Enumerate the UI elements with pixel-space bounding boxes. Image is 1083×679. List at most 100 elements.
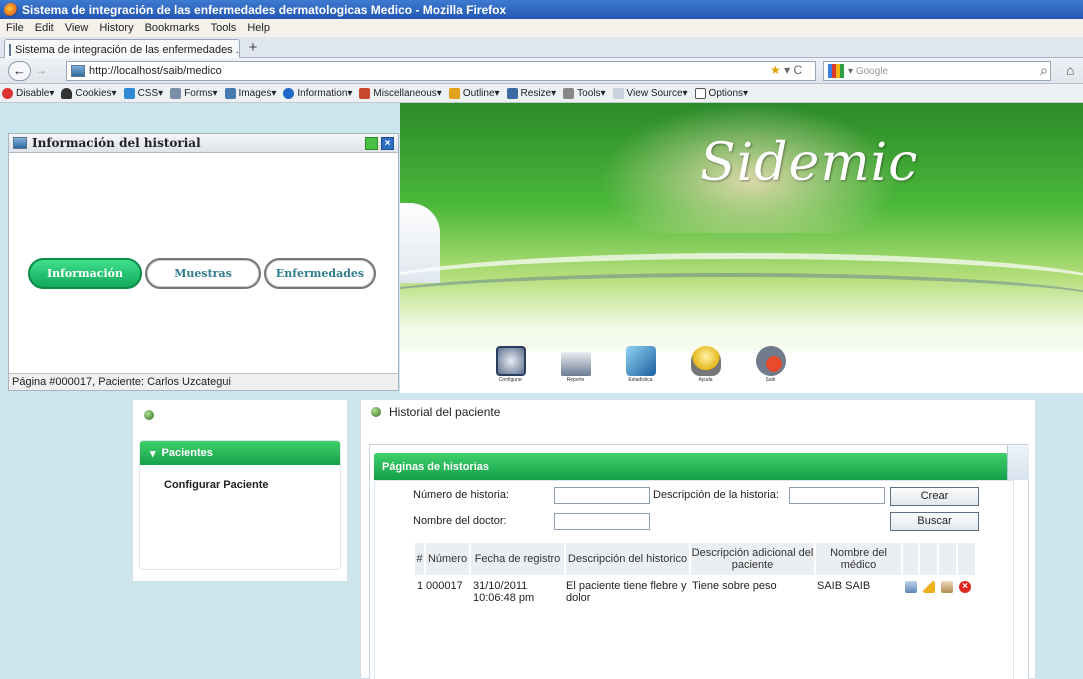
dev-css-menu[interactable]: CSS ▾ xyxy=(123,87,163,99)
table-header-medico: Nombre del médico xyxy=(816,543,902,575)
view-source-icon xyxy=(612,87,624,99)
url-bar-controls: ★ ▾ C xyxy=(770,63,803,77)
close-icon[interactable]: × xyxy=(381,137,394,150)
url-text: http://localhost/saib/medico xyxy=(89,65,222,77)
search-placeholder: Google xyxy=(855,65,889,77)
tab-enfermedades[interactable]: Enfermedades xyxy=(264,258,376,289)
main-panel-title: Historial del paciente xyxy=(389,405,501,419)
buscar-button[interactable]: Buscar xyxy=(890,512,979,531)
disable-icon xyxy=(2,87,13,99)
search-box[interactable]: ▾ Google xyxy=(823,61,1051,81)
main-panel: Historial del paciente Páginas de histor… xyxy=(360,399,1036,679)
salir-button[interactable]: Salir xyxy=(738,346,803,400)
menu-item-configurar-paciente[interactable]: Configurar Paciente xyxy=(140,465,340,491)
firefox-logo-icon xyxy=(4,2,18,17)
crear-button[interactable]: Crear xyxy=(890,487,979,506)
delete-icon[interactable]: × xyxy=(959,581,971,593)
configurar-button[interactable]: Configurar xyxy=(478,346,543,400)
info-panel-title: Información del historial xyxy=(32,136,201,150)
url-bar[interactable]: http://localhost/saib/medico xyxy=(66,61,816,81)
chevron-down-icon: ▾ xyxy=(150,447,156,460)
menu-help[interactable]: Help xyxy=(247,22,270,34)
forms-icon xyxy=(170,87,182,99)
banner-swoosh xyxy=(400,273,1083,333)
browser-tab[interactable]: Sistema de integración de las enfermedad… xyxy=(4,39,240,59)
page-content: Sidemic Configurar Reporte Estadistica A… xyxy=(0,103,1083,679)
dev-outline-menu[interactable]: Outline ▾ xyxy=(448,87,500,99)
window-title-bar: Sistema de integración de las enfermedad… xyxy=(0,0,1083,19)
info-panel-header: Información del historial xyxy=(9,134,398,153)
window-title: Sistema de integración de las enfermedad… xyxy=(22,2,507,17)
forward-button[interactable]: → xyxy=(35,63,47,77)
search-go-icon[interactable]: ⌕ xyxy=(1040,62,1048,79)
google-icon xyxy=(828,64,844,78)
history-pages-header: Páginas de historias xyxy=(374,453,1008,480)
menu-section-label: Pacientes xyxy=(161,447,213,459)
dev-miscellaneous-menu[interactable]: Miscellaneous ▾ xyxy=(359,87,442,99)
bookmark-star-icon[interactable]: ★ xyxy=(770,63,781,77)
menu-bookmarks[interactable]: Bookmarks xyxy=(145,22,200,34)
estadistica-button[interactable]: Estadistica xyxy=(608,346,673,400)
site-logo: Sidemic xyxy=(700,133,919,193)
main-panel-header: Historial del paciente xyxy=(371,405,500,419)
site-favicon-icon xyxy=(13,137,27,149)
menu-file[interactable]: File xyxy=(6,22,24,34)
reporte-button[interactable]: Reporte xyxy=(543,346,608,400)
report-icon xyxy=(560,352,591,376)
reload-button[interactable]: C xyxy=(793,63,802,77)
menu-tools[interactable]: Tools xyxy=(211,22,237,34)
app-toolbar: Configurar Reporte Estadistica Ayuda Sal… xyxy=(478,346,803,400)
minimize-icon[interactable] xyxy=(365,137,378,150)
edit-icon[interactable] xyxy=(923,581,935,593)
table-header-adicional: Descripción adicional del paciente xyxy=(691,543,815,575)
dev-forms-menu[interactable]: Forms ▾ xyxy=(170,87,218,99)
options-icon xyxy=(694,87,706,99)
ayuda-button[interactable]: Ayuda xyxy=(673,346,738,400)
info-tabs: Información Muestras Enfermedades xyxy=(28,258,379,289)
menu-history[interactable]: History xyxy=(99,22,133,34)
new-tab-button[interactable]: + xyxy=(244,40,262,57)
history-pages-body: Número de historia: Descripción de la hi… xyxy=(374,480,1014,679)
dev-tools-menu[interactable]: Tools ▾ xyxy=(563,87,606,99)
exit-icon xyxy=(755,346,786,376)
dev-disable-menu[interactable]: Disable ▾ xyxy=(2,87,54,99)
dev-images-menu[interactable]: Images ▾ xyxy=(224,87,276,99)
miscellaneous-icon xyxy=(359,87,371,99)
dev-view-source-menu[interactable]: View Source ▾ xyxy=(612,87,688,99)
css-icon xyxy=(123,87,135,99)
tab-muestras[interactable]: Muestras xyxy=(145,258,261,289)
back-button[interactable]: ← xyxy=(8,61,31,81)
dev-information-menu[interactable]: Information ▾ xyxy=(283,87,352,99)
table-header-action xyxy=(920,543,938,575)
info-panel-footer: Página #000017, Paciente: Carlos Uzcateg… xyxy=(9,373,398,390)
dev-options-menu[interactable]: Options ▾ xyxy=(694,87,748,99)
history-pages-tab-strip xyxy=(1007,445,1029,480)
table-header-fecha: Fecha de registro xyxy=(471,543,565,575)
descripcion-historia-field[interactable] xyxy=(789,487,885,504)
menu-edit[interactable]: Edit xyxy=(35,22,54,34)
view-icon[interactable] xyxy=(905,581,917,593)
side-menu-panel: ▾ Pacientes Configurar Paciente xyxy=(132,399,348,582)
numero-historia-label: Número de historia: xyxy=(413,489,509,501)
dev-resize-menu[interactable]: Resize ▾ xyxy=(506,87,556,99)
site-favicon-icon xyxy=(9,43,11,56)
tab-informacion[interactable]: Información xyxy=(28,258,142,289)
dev-cookies-menu[interactable]: Cookies ▾ xyxy=(61,87,117,99)
cookies-icon xyxy=(61,87,73,99)
globe-icon xyxy=(144,410,154,420)
cell-adicional: Tiene sobre peso xyxy=(692,580,777,592)
camera-settings-icon xyxy=(495,346,526,376)
home-icon[interactable]: ⌂ xyxy=(1066,62,1074,78)
resize-icon xyxy=(506,87,518,99)
table-header-descripcion: Descripción del historico xyxy=(566,543,690,575)
menu-bar: File Edit View History Bookmarks Tools H… xyxy=(0,19,1083,37)
numero-historia-field[interactable] xyxy=(554,487,650,504)
tab-bar: Sistema de integración de las enfermedad… xyxy=(0,37,1083,59)
table-header-action xyxy=(958,543,976,575)
descripcion-historia-label: Descripción de la historia: xyxy=(653,489,779,501)
nombre-doctor-field[interactable] xyxy=(554,513,650,530)
menu-view[interactable]: View xyxy=(65,22,89,34)
clipboard-icon[interactable] xyxy=(941,581,953,593)
web-developer-toolbar: Disable ▾ Cookies ▾ CSS ▾ Forms ▾ Images ▾ In… xyxy=(0,84,1083,103)
menu-section-pacientes[interactable]: ▾ Pacientes xyxy=(140,441,340,465)
